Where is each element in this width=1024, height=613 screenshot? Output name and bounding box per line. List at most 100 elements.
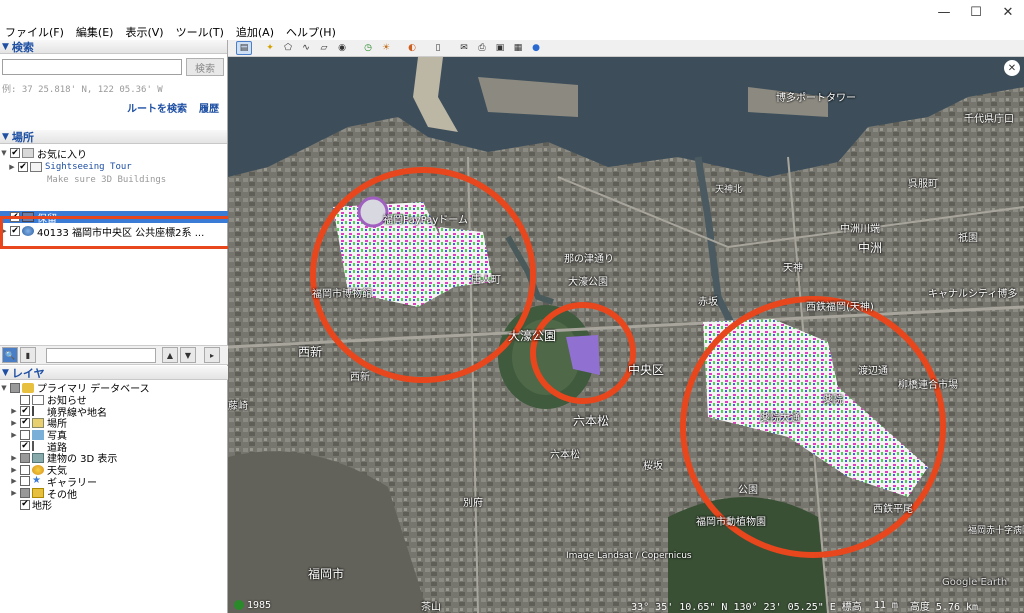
checkbox[interactable] <box>20 394 30 405</box>
map-label[interactable]: 六本松 <box>573 412 609 429</box>
layer-places[interactable]: ▶ ✔ 場所 <box>0 417 228 430</box>
route-search-link[interactable]: ルートを検索 <box>127 100 187 115</box>
collapse-arrow-icon[interactable]: ▼ <box>0 149 8 157</box>
path-icon[interactable]: ∿ <box>298 41 314 55</box>
map-label[interactable]: 西鉄平尾 <box>873 500 913 515</box>
map-label[interactable]: 赤坂 <box>698 293 718 308</box>
checkbox[interactable] <box>10 382 20 393</box>
historical-imagery-icon[interactable] <box>234 600 244 610</box>
close-icon[interactable]: ✕ <box>1004 60 1020 76</box>
expand-arrow-icon[interactable]: ▶ <box>10 431 18 439</box>
expand-arrow-icon[interactable]: ▶ <box>8 163 16 171</box>
map-label[interactable]: 福岡市 <box>308 565 344 582</box>
layer-notices[interactable]: お知らせ <box>0 394 228 407</box>
map-label[interactable]: 薬院 <box>823 391 843 406</box>
checkbox[interactable]: ✔ <box>20 441 30 452</box>
polygon-icon[interactable]: ⬠ <box>280 41 296 55</box>
map-label[interactable]: 天神 <box>783 259 803 274</box>
tree-item-favorites[interactable]: ▼ ✔ お気に入り <box>0 147 87 161</box>
maps-icon[interactable]: ▦ <box>510 41 526 55</box>
layer-weather[interactable]: ▶ 天気 <box>0 464 228 477</box>
tree-item-3d-buildings[interactable]: Make sure 3D Buildings <box>47 174 166 186</box>
map-label[interactable]: 祇園 <box>958 229 978 244</box>
expand-arrow-icon[interactable]: ▶ <box>10 454 18 462</box>
map-label[interactable]: 西鉄福岡(天神) <box>806 298 874 313</box>
menu-file[interactable]: ファイル(F) <box>0 24 70 40</box>
map-label[interactable]: 藤崎 <box>228 397 248 412</box>
planets-icon[interactable]: ◐ <box>404 41 420 55</box>
layer-terrain[interactable]: ✔ 地形 <box>0 499 228 512</box>
earth-icon[interactable]: ● <box>528 41 544 55</box>
move-down-icon[interactable]: ▼ <box>180 347 196 363</box>
history-link[interactable]: 履歴 <box>199 100 219 115</box>
map-label[interactable]: 六本松 <box>550 446 580 461</box>
expand-arrow-icon[interactable]: ▶ <box>10 419 18 427</box>
map-label[interactable]: 別府 <box>463 494 483 509</box>
expand-arrow-icon[interactable]: ▶ <box>10 477 18 485</box>
map-label[interactable]: 大濠公園 <box>508 327 556 344</box>
menu-add[interactable]: 追加(A) <box>230 24 280 40</box>
print-icon[interactable]: ⎙ <box>474 41 490 55</box>
map-label[interactable]: 桜坂 <box>643 457 663 472</box>
record-tour-icon[interactable]: ◉ <box>334 41 350 55</box>
checkbox[interactable]: ✔ <box>20 406 30 417</box>
menu-edit[interactable]: 編集(E) <box>70 24 120 40</box>
layer-borders[interactable]: ▶ ✔ 境界線や地名 <box>0 405 228 419</box>
layer-gallery[interactable]: ▶ ★ ギャラリー <box>0 476 228 489</box>
map-label[interactable]: 天神北 <box>715 182 742 195</box>
ruler-icon[interactable]: ▯ <box>430 41 446 55</box>
search-input[interactable] <box>2 59 182 75</box>
layer-primary-db[interactable]: ▼ プライマリ データベース <box>0 382 228 395</box>
expand-arrow-icon[interactable]: ▶ <box>10 466 18 474</box>
expand-arrow-icon[interactable]: ▶ <box>10 407 18 415</box>
search-icon[interactable]: 🔍 <box>2 347 18 363</box>
email-icon[interactable]: ✉ <box>456 41 472 55</box>
map-label[interactable]: 西新 <box>298 343 322 360</box>
checkbox[interactable]: ✔ <box>18 162 28 172</box>
maximize-button[interactable]: ☐ <box>960 0 992 24</box>
map-label[interactable]: 大濠公園 <box>568 273 608 288</box>
map-label[interactable]: 中洲 <box>858 239 882 256</box>
places-filter-input[interactable] <box>46 347 156 363</box>
save-image-icon[interactable]: ▣ <box>492 41 508 55</box>
map-label[interactable]: 唐人町 <box>471 271 501 286</box>
folder-menu-icon[interactable]: ▸ <box>204 347 220 363</box>
checkbox[interactable] <box>20 452 30 463</box>
checkbox[interactable] <box>20 429 30 440</box>
checkbox[interactable] <box>20 464 30 475</box>
checkbox[interactable] <box>20 488 30 499</box>
map-label[interactable]: 中洲川端 <box>840 220 880 235</box>
map-label[interactable]: 中央区 <box>628 361 664 378</box>
search-panel-header[interactable]: ▼ 検索 <box>0 40 227 54</box>
checkbox[interactable]: ✔ <box>20 499 30 510</box>
minimize-button[interactable]: — <box>928 0 960 24</box>
search-button[interactable]: 検索 <box>186 58 224 76</box>
map-label[interactable]: 西新 <box>350 368 370 383</box>
historical-imagery-icon[interactable]: ◷ <box>360 41 376 55</box>
placemark-icon[interactable]: ✦ <box>262 41 278 55</box>
checkbox[interactable]: ✔ <box>20 417 30 428</box>
places-panel-header[interactable]: ▼ 場所 <box>0 130 227 144</box>
overlay-icon[interactable]: ▱ <box>316 41 332 55</box>
checkbox[interactable]: ✔ <box>10 148 20 158</box>
layers-panel-header[interactable]: ▼ レイヤ <box>0 366 228 380</box>
menu-view[interactable]: 表示(V) <box>119 24 169 40</box>
map-label[interactable]: 公園 <box>738 481 758 496</box>
menu-help[interactable]: ヘルプ(H) <box>280 24 342 40</box>
map-label[interactable]: キャナルシティ博多 <box>928 285 1017 300</box>
menu-tools[interactable]: ツール(T) <box>170 24 230 40</box>
map-view[interactable]: 博多ポートタワー 千代県庁口 呉服町 中洲川端 祇園 キャナルシティ博多 天神 … <box>228 57 1024 613</box>
sunlight-icon[interactable]: ☀ <box>378 41 394 55</box>
map-label[interactable]: 柳橋連合市場 <box>898 376 958 391</box>
collapse-arrow-icon[interactable]: ▼ <box>0 384 8 392</box>
map-label[interactable]: 那の津通り <box>564 250 614 265</box>
tree-item-sightseeing[interactable]: ▶ ✔ Sightseeing Tour <box>8 161 132 173</box>
move-up-icon[interactable]: ▲ <box>162 347 178 363</box>
map-label[interactable]: 博多ポートタワー <box>776 89 856 104</box>
layer-3d-buildings[interactable]: ▶ 建物の 3D 表示 <box>0 452 228 465</box>
map-label[interactable]: 薬院大通 <box>760 409 800 424</box>
map-label[interactable]: 呉服町 <box>908 175 938 190</box>
checkbox[interactable] <box>20 476 30 487</box>
map-label[interactable]: 福岡市博物館 <box>312 285 372 300</box>
map-label[interactable]: 福岡赤十字病院 <box>968 523 1024 536</box>
